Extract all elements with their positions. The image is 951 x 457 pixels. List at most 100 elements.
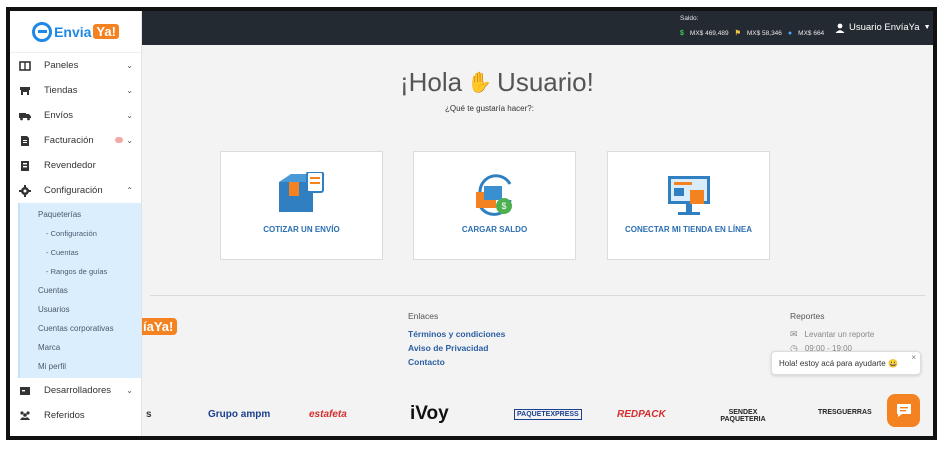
- chevron-down-icon: ⌄: [126, 86, 133, 95]
- truck-icon: [19, 110, 31, 122]
- sidebar: Envia Ya! Paneles ⌄ Tiendas ⌄ Envíos ⌄ F…: [10, 11, 142, 436]
- chat-icon: [896, 404, 911, 417]
- dollar-icon: $: [680, 29, 684, 37]
- sidebar-item-envios[interactable]: Envíos ⌄: [10, 103, 141, 128]
- envelope-icon: ✉: [790, 329, 798, 339]
- chevron-down-icon: ⌄: [126, 111, 133, 120]
- main-content: ¡Hola ✋ Usuario! ¿Qué te gustaría hacer?…: [142, 45, 933, 436]
- sidebar-item-tiendas[interactable]: Tiendas ⌄: [10, 78, 141, 103]
- report-action-label: Levantar un reporte: [804, 330, 875, 339]
- carrier-logo-estafeta: estafeta: [309, 409, 347, 420]
- card-label: CARGAR SALDO: [461, 225, 528, 234]
- sidebar-item-paneles[interactable]: Paneles ⌄: [10, 53, 141, 78]
- top-bar: Saldo: $ MX$ 469,489 ⚑ MX$ 58,346 ● MX$ …: [142, 11, 933, 45]
- submenu-item-paqueterias[interactable]: Paqueterías: [20, 205, 141, 224]
- carrier-logo-paquetexpress: PAQUETEXPRESS: [514, 409, 582, 420]
- greeting-prefix: ¡Hola: [400, 67, 463, 97]
- carrier-logo-redpack: REDPACK: [617, 409, 666, 420]
- sidebar-nav: Paneles ⌄ Tiendas ⌄ Envíos ⌄ Facturación…: [10, 53, 141, 203]
- sidebar-item-label: Paneles: [44, 60, 79, 71]
- notification-badge: [115, 137, 123, 143]
- referrals-icon: [19, 410, 31, 422]
- carrier-logo-sendex: SENDEX PAQUETERIA: [720, 409, 766, 423]
- developer-icon: [19, 385, 31, 397]
- configuracion-submenu: Paqueterías - Configuración - Cuentas - …: [18, 203, 141, 378]
- carrier-logos: s Grupo ampm estafeta iVoy PAQUETEXPRESS…: [142, 401, 933, 431]
- submenu-item-cuentas-paqueteria[interactable]: - Cuentas: [20, 243, 141, 262]
- quote-shipment-card[interactable]: COTIZAR UN ENVÍO: [220, 151, 383, 260]
- privacy-link[interactable]: Aviso de Privacidad: [408, 343, 488, 353]
- terms-link[interactable]: Términos y condiciones: [408, 329, 505, 339]
- circle-icon: ●: [787, 29, 793, 37]
- connect-store-card[interactable]: CONECTAR MI TIENDA EN LÍNEA: [607, 151, 770, 260]
- sidebar-item-label: Referidos: [44, 410, 85, 421]
- sidebar-item-facturacion[interactable]: Facturación ⌄: [10, 128, 141, 153]
- page-title: ¡Hola ✋ Usuario!: [400, 67, 594, 98]
- chevron-down-icon: ⌄: [126, 136, 133, 145]
- brand-ya-badge: Ya!: [93, 24, 119, 39]
- saldo-label: Saldo:: [680, 15, 699, 22]
- balance-value: MX$ 58,346: [746, 29, 782, 37]
- sidebar-item-configuracion[interactable]: Configuración ⌃: [10, 178, 141, 203]
- footer-logo: íaYa!: [142, 318, 178, 335]
- app-window: Envia Ya! Paneles ⌄ Tiendas ⌄ Envíos ⌄ F…: [6, 7, 937, 440]
- reports-title: Reportes: [790, 311, 825, 321]
- waving-hand-icon: ✋: [467, 72, 493, 94]
- reseller-icon: [19, 160, 31, 172]
- submenu-item-mi-perfil[interactable]: Mi perfil: [20, 357, 141, 376]
- chevron-down-icon: ⌄: [126, 61, 133, 70]
- carrier-logo: s: [146, 409, 152, 420]
- quote-shipment-icon: [279, 172, 325, 212]
- svg-text:$: $: [501, 201, 506, 211]
- user-icon: [835, 23, 845, 33]
- submenu-item-cuentas[interactable]: Cuentas: [20, 281, 141, 300]
- balance-value: MX$ 469,489: [689, 29, 729, 37]
- gear-icon: [19, 184, 31, 197]
- user-name: Usuario EnvíaYa: [849, 22, 920, 33]
- carrier-logo-ivoy: iVoy: [410, 403, 449, 424]
- store-icon: [19, 85, 31, 97]
- balance-value: MX$ 664: [798, 29, 825, 37]
- chat-launcher-button[interactable]: [887, 394, 920, 427]
- submenu-item-usuarios[interactable]: Usuarios: [20, 300, 141, 319]
- report-action[interactable]: ✉ Levantar un reporte: [790, 329, 874, 340]
- user-menu[interactable]: Usuario EnvíaYa ▼: [835, 22, 931, 33]
- connect-store-icon: [668, 176, 710, 215]
- links-title: Enlaces: [408, 311, 439, 321]
- invoice-icon: [19, 135, 31, 147]
- sidebar-item-label: Configuración: [44, 185, 103, 196]
- sidebar-item-revendedor[interactable]: Revendedor: [10, 153, 141, 178]
- greeting-name: Usuario!: [497, 67, 594, 97]
- sidebar-item-label: Desarrolladores: [44, 385, 112, 396]
- chat-greeting-bubble[interactable]: Hola! estoy acá para ayudarte 😀 ×: [771, 351, 921, 375]
- sidebar-item-label: Envíos: [44, 110, 74, 121]
- sidebar-item-label: Tiendas: [44, 85, 78, 96]
- sidebar-item-label: Revendedor: [44, 160, 96, 171]
- enviaya-e-icon: [32, 21, 53, 42]
- chevron-up-icon: ⌃: [126, 186, 133, 195]
- contact-link[interactable]: Contacto: [408, 357, 445, 367]
- load-balance-card[interactable]: $ CARGAR SALDO: [413, 151, 576, 260]
- card-label: COTIZAR UN ENVÍO: [263, 225, 340, 234]
- sidebar-item-label: Facturación: [44, 135, 94, 146]
- carrier-logo-tresguerras: TRESGUERRAS: [818, 409, 872, 416]
- load-balance-icon: $: [476, 174, 512, 216]
- sidebar-nav-bottom: Desarrolladores ⌄ Referidos: [10, 378, 141, 428]
- brand-name: Envia: [54, 23, 92, 40]
- sidebar-item-referidos[interactable]: Referidos: [10, 403, 141, 428]
- flag-icon: ⚑: [734, 30, 741, 37]
- submenu-item-marca[interactable]: Marca: [20, 338, 141, 357]
- footer-divider: [150, 295, 925, 296]
- submenu-item-rangos-guias[interactable]: - Rangos de guías: [20, 262, 141, 281]
- submenu-item-cuentas-corporativas[interactable]: Cuentas corporativas: [20, 319, 141, 338]
- brand-logo[interactable]: Envia Ya!: [10, 11, 141, 53]
- balance-list: $ MX$ 469,489 ⚑ MX$ 58,346 ● MX$ 664: [680, 29, 825, 38]
- sidebar-item-desarrolladores[interactable]: Desarrolladores ⌄: [10, 378, 141, 403]
- submenu-item-configuracion[interactable]: - Configuración: [20, 224, 141, 243]
- panels-icon: [19, 60, 31, 72]
- card-label: CONECTAR MI TIENDA EN LÍNEA: [624, 225, 753, 234]
- enviaya-logo: Envia Ya!: [32, 21, 119, 42]
- close-icon[interactable]: ×: [911, 353, 916, 362]
- chevron-down-icon: ⌄: [126, 386, 133, 395]
- carrier-logo-ampm: Grupo ampm: [208, 409, 271, 420]
